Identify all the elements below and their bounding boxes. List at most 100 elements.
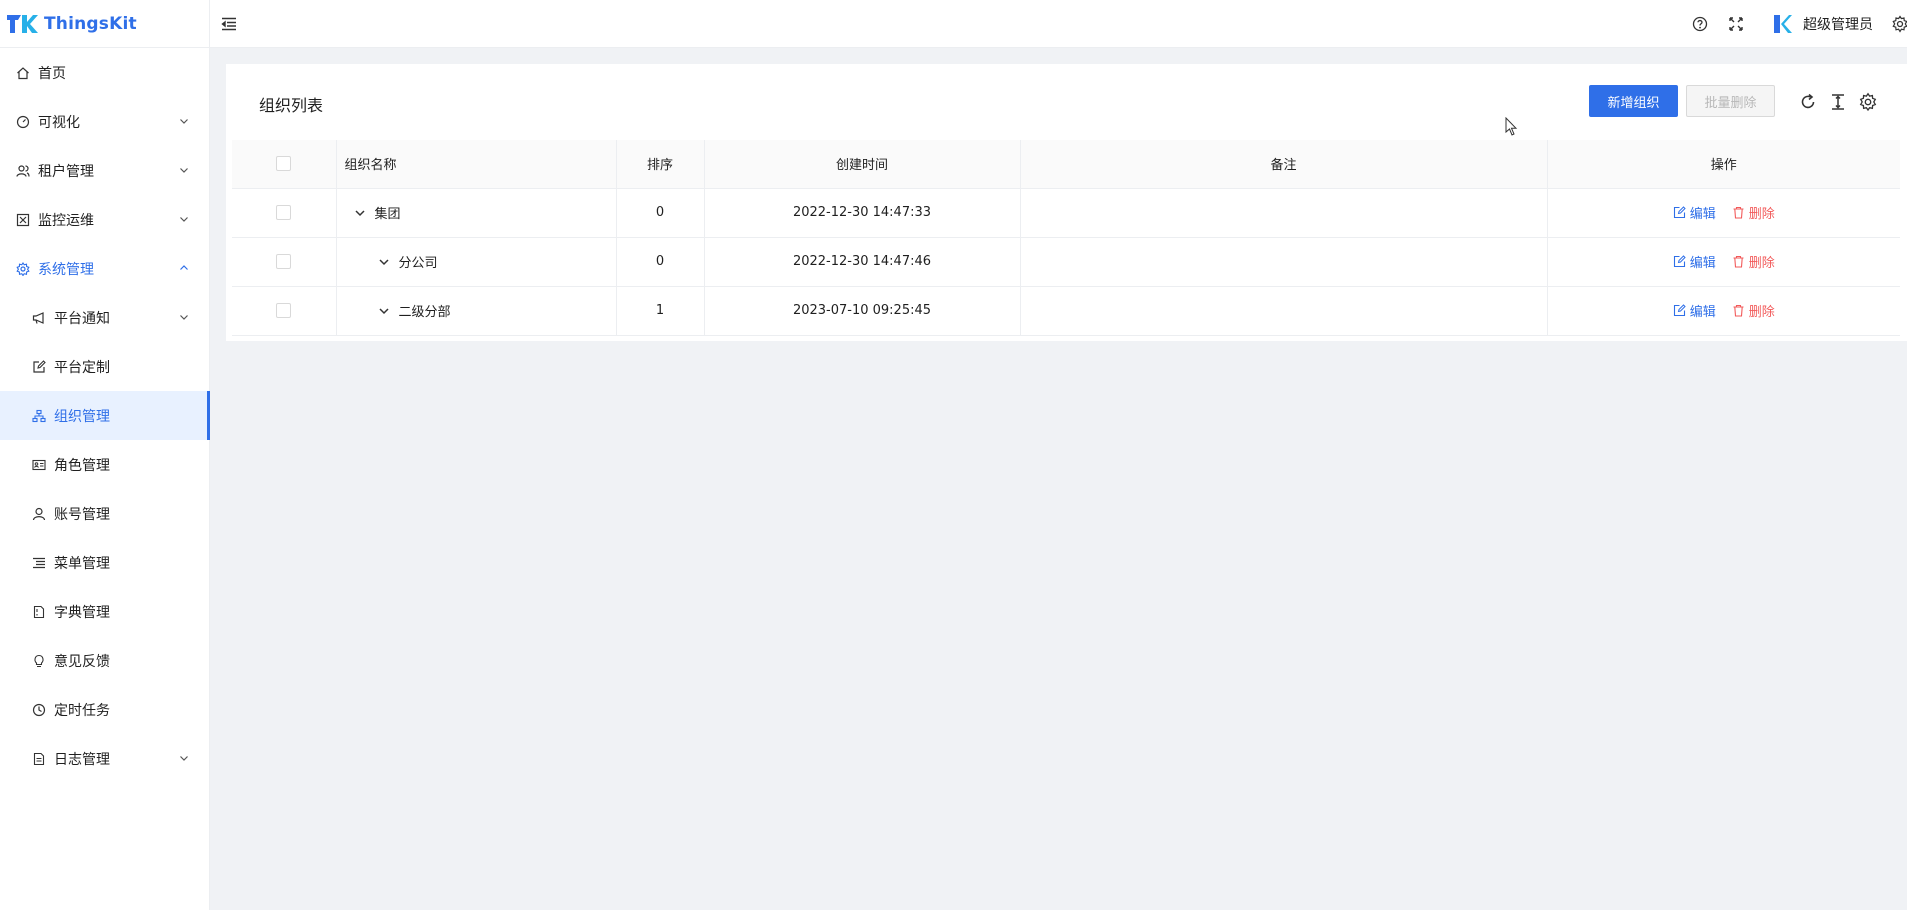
sidebar-item-organization[interactable]: 组织管理 [0,391,210,440]
sidebar-menu: 首页 可视化 租户管理 监控运维 系统管理 平台通知 平台定制 组织管理 角色管… [0,48,210,783]
delete-label: 删除 [1748,206,1775,222]
column-header-remark: 备注 [1020,140,1548,189]
organization-name: 集团 [374,207,401,222]
sidebar-item-monitor[interactable]: 监控运维 [0,195,209,244]
delete-label: 删除 [1748,255,1775,271]
avatar[interactable] [1771,13,1793,35]
column-header-name: 组织名称 [336,140,617,189]
menu-fold-icon[interactable] [220,15,238,33]
organization-list-card: 组织列表 新增组织 批量删除 组织名称 排序 创建时间 备注 操作 集团 0 2… [226,64,1907,341]
column-header-actions: 操作 [1547,140,1900,189]
table-row: 二级分部 1 2023-07-10 09:25:45 编辑 删除 [232,286,1900,336]
sidebar-item-label: 账号管理 [54,506,110,523]
sidebar-item-scheduled-task[interactable]: 定时任务 [0,685,209,734]
sidebar-item-label: 定时任务 [54,702,110,719]
chevron-down-icon[interactable] [353,206,367,220]
edit-icon [1673,205,1686,218]
monitor-icon [16,213,30,227]
menu-list-icon [32,556,46,570]
delete-button[interactable]: 删除 [1732,252,1775,271]
megaphone-icon [32,311,46,325]
batch-delete-button[interactable]: 批量删除 [1686,85,1775,117]
row-select-cell [232,188,337,238]
sidebar-item-account[interactable]: 账号管理 [0,489,209,538]
row-actions: 编辑 删除 [1673,252,1775,271]
sidebar-item-tenant[interactable]: 租户管理 [0,146,209,195]
sort-cell: 0 [616,188,705,238]
top-header: 超级管理员 [210,0,1907,48]
chevron-down-icon [180,315,188,320]
chevron-down-icon[interactable] [377,255,391,269]
home-icon [16,66,30,80]
actions-cell: 编辑 删除 [1547,188,1900,238]
bulb-icon [32,654,46,668]
app-logo[interactable]: ThingsKit [0,0,209,48]
actions-cell: 编辑 删除 [1547,237,1900,287]
users-icon [16,164,30,178]
sidebar-item-system[interactable]: 系统管理 [0,244,209,293]
row-actions: 编辑 删除 [1673,301,1775,320]
sidebar-item-role[interactable]: 角色管理 [0,440,209,489]
row-checkbox[interactable] [276,254,292,269]
org-chart-icon [32,409,46,423]
created-time-cell: 2022-12-30 14:47:46 [704,237,1021,287]
row-select-cell [232,237,337,287]
sidebar-item-label: 菜单管理 [54,555,110,572]
add-organization-button[interactable]: 新增组织 [1589,85,1678,117]
sidebar-item-log[interactable]: 日志管理 [0,734,209,783]
sidebar-item-label: 平台定制 [54,359,110,376]
edit-button[interactable]: 编辑 [1673,203,1716,222]
sidebar-item-dictionary[interactable]: 字典管理 [0,587,209,636]
edit-icon [32,359,46,374]
row-actions: 编辑 删除 [1673,203,1775,222]
sidebar-item-home[interactable]: 首页 [0,48,209,97]
delete-button[interactable]: 删除 [1732,301,1775,320]
remark-cell [1020,237,1548,287]
sidebar-item-label: 监控运维 [38,212,94,229]
chevron-down-icon[interactable] [377,304,391,318]
column-height-icon[interactable] [1828,92,1848,112]
sidebar-item-label: 字典管理 [54,604,110,621]
chevron-down-icon [180,168,188,173]
select-all-checkbox[interactable] [276,156,292,172]
user-name[interactable]: 超级管理员 [1803,14,1873,34]
id-card-icon [32,458,46,472]
remark-cell [1020,188,1548,238]
chevron-up-icon [180,265,188,270]
edit-button[interactable]: 编辑 [1673,252,1716,271]
delete-button[interactable]: 删除 [1732,203,1775,222]
sidebar-item-platform-custom[interactable]: 平台定制 [0,342,209,391]
sort-cell: 1 [616,286,705,336]
sidebar: ThingsKit 首页 可视化 租户管理 监控运维 系统管理 平台通知 平台定… [0,0,210,910]
edit-button[interactable]: 编辑 [1673,301,1716,320]
gear-icon [16,261,30,276]
sidebar-item-platform-notice[interactable]: 平台通知 [0,293,209,342]
select-all-cell [232,140,337,189]
table-settings-icon[interactable] [1858,92,1878,112]
row-checkbox[interactable] [276,303,292,318]
column-header-created: 创建时间 [704,140,1021,189]
chevron-down-icon [180,217,188,222]
delete-label: 删除 [1748,304,1775,320]
sidebar-item-label: 系统管理 [38,261,94,278]
settings-gear-icon[interactable] [1891,15,1907,33]
sidebar-item-label: 组织管理 [54,408,110,425]
book-icon [32,605,46,619]
name-cell: 二级分部 [336,286,617,336]
table-row: 集团 0 2022-12-30 14:47:33 编辑 删除 [232,188,1900,238]
clock-icon [32,703,46,717]
row-select-cell [232,286,337,336]
fullscreen-icon[interactable] [1727,15,1745,33]
file-icon [32,752,46,766]
edit-icon [1673,303,1686,316]
tree-node: 二级分部 [345,301,616,320]
sidebar-item-visualization[interactable]: 可视化 [0,97,209,146]
sidebar-item-menu[interactable]: 菜单管理 [0,538,209,587]
sidebar-item-feedback[interactable]: 意见反馈 [0,636,209,685]
organization-name: 二级分部 [398,305,451,320]
edit-label: 编辑 [1689,255,1716,271]
refresh-icon[interactable] [1798,92,1818,112]
row-checkbox[interactable] [276,205,292,220]
header-actions: 超级管理员 [1691,0,1907,48]
help-icon[interactable] [1691,15,1709,33]
